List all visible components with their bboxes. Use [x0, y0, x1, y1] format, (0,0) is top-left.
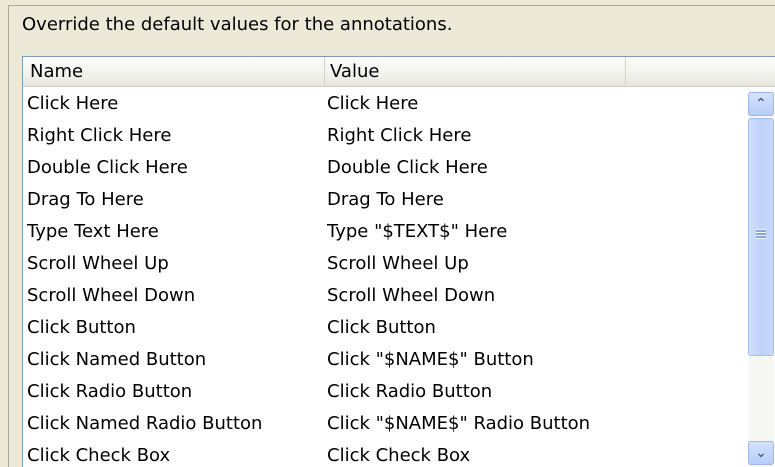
annotation-name-cell: Scroll Wheel Down — [27, 285, 196, 306]
annotation-value-cell[interactable]: Click Here — [327, 88, 418, 120]
annotation-value-cell[interactable]: Click Radio Button — [327, 376, 492, 408]
annotation-value-cell[interactable]: Scroll Wheel Down — [327, 280, 495, 312]
annotation-name-cell: Click Here — [27, 93, 119, 114]
scrollbar-thumb[interactable] — [748, 118, 774, 356]
list-item[interactable]: Right Click Here Right Click Here — [23, 120, 745, 152]
column-header-filler — [625, 57, 775, 86]
annotation-value-cell[interactable]: Click Button — [327, 312, 436, 344]
annotation-name-cell: Click Radio Button — [27, 381, 193, 402]
scroll-up-arrow-icon[interactable]: ⌃ — [748, 92, 774, 116]
annotation-value-cell[interactable]: Drag To Here — [327, 184, 444, 216]
annotation-value-cell[interactable]: Click "$NAME$" Button — [327, 344, 534, 376]
list-item[interactable]: Click Button Click Button — [23, 312, 745, 344]
list-rows: Click Here Click Here Right Click Here Righ… — [23, 88, 745, 467]
annotation-name-cell: Right Click Here — [27, 125, 172, 146]
annotation-value-cell[interactable]: Click "$NAME$" Radio Button — [327, 408, 590, 440]
vertical-scrollbar[interactable]: ⌃ ⌄ — [748, 90, 774, 467]
list-item[interactable]: Type Text Here Type "$TEXT$" Here — [23, 216, 745, 248]
list-item[interactable]: Click Check Box Click Check Box — [23, 440, 745, 467]
list-item[interactable]: Drag To Here Drag To Here — [23, 184, 745, 216]
grip-icon — [756, 229, 766, 239]
annotation-value-cell[interactable]: Click Check Box — [327, 440, 470, 467]
list-item[interactable]: Scroll Wheel Down Scroll Wheel Down — [23, 280, 745, 312]
annotation-value-cell[interactable]: Double Click Here — [327, 152, 488, 184]
list-item[interactable]: Scroll Wheel Up Scroll Wheel Up — [23, 248, 745, 280]
annotation-name-cell: Scroll Wheel Up — [27, 253, 169, 274]
scroll-down-arrow-icon[interactable]: ⌄ — [748, 441, 774, 465]
annotation-name-cell: Type Text Here — [27, 221, 159, 242]
annotation-name-cell: Click Named Radio Button — [27, 413, 263, 434]
annotation-name-cell: Double Click Here — [27, 157, 188, 178]
annotation-name-cell: Click Check Box — [27, 445, 171, 466]
list-item[interactable]: Click Here Click Here — [23, 88, 745, 120]
annotation-value-cell[interactable]: Right Click Here — [327, 120, 471, 152]
list-item[interactable]: Double Click Here Double Click Here — [23, 152, 745, 184]
annotation-name-cell: Click Named Button — [27, 349, 207, 370]
list-item[interactable]: Click Named Radio Button Click "$NAME$" R… — [23, 408, 745, 440]
column-header-value[interactable]: Value — [324, 57, 625, 86]
annotations-list[interactable]: Name Value Click Here Click Here Right Cli… — [22, 56, 775, 467]
annotation-value-cell[interactable]: Type "$TEXT$" Here — [327, 216, 507, 248]
annotation-name-cell: Click Button — [27, 317, 136, 338]
annotation-value-cell[interactable]: Scroll Wheel Up — [327, 248, 469, 280]
list-item[interactable]: Click Radio Button Click Radio Button — [23, 376, 745, 408]
description-label: Override the default values for the anno… — [22, 14, 453, 35]
annotation-name-cell: Drag To Here — [27, 189, 144, 210]
list-item[interactable]: Click Named Button Click "$NAME$" Button — [23, 344, 745, 376]
column-header-name[interactable]: Name — [23, 57, 324, 86]
list-header: Name Value — [23, 57, 775, 87]
